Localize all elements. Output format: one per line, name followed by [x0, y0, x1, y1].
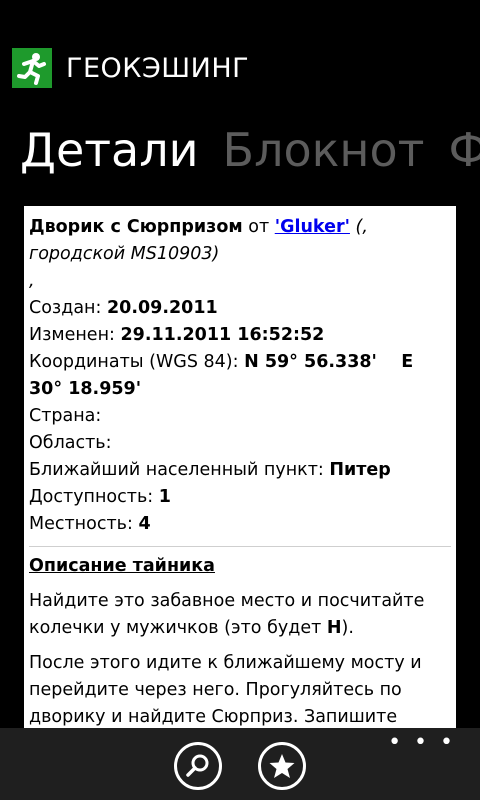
modified-row: Изменен: 29.11.2011 16:52:52: [29, 322, 451, 349]
nearest-label: Ближайший населенный пункт:: [29, 460, 324, 480]
app-header: ГЕОКЭШИНГ: [12, 48, 249, 88]
terrain-row: Местность: 4: [29, 511, 451, 538]
terrain-value: 4: [138, 514, 151, 534]
description-heading: Описание тайника: [29, 556, 215, 576]
screen: ГЕОКЭШИНГ Детали Блокнот Фото Дворик с Сюр…: [0, 0, 480, 800]
by-label: от: [248, 217, 270, 237]
country-row: Страна:: [29, 406, 102, 426]
cache-name: Дворик с Сюрпризом: [29, 217, 243, 237]
cache-title-line: Дворик с Сюрпризом от 'Gluker' (, городс…: [29, 214, 451, 268]
difficulty-row: Доступность: 1: [29, 484, 451, 511]
nearest-value: Питер: [329, 460, 391, 480]
favorite-button[interactable]: [258, 742, 306, 790]
tab-photo[interactable]: Фото: [448, 123, 480, 177]
search-button[interactable]: [174, 742, 222, 790]
modified-label: Изменен:: [29, 325, 115, 345]
nearest-row: Ближайший населенный пункт: Питер: [29, 457, 451, 484]
created-value: 20.09.2011: [106, 298, 218, 318]
description-paragraph-2: После этого идите к ближайшему мосту и п…: [29, 653, 422, 727]
created-label: Создан:: [29, 298, 102, 318]
created-row: Создан: 20.09.2011: [29, 295, 451, 322]
coords-label: Координаты (WGS 84):: [29, 352, 239, 372]
para1-end: ).: [341, 618, 354, 638]
coords-row: Координаты (WGS 84): N 59° 56.338' E 30°…: [29, 349, 451, 403]
comma-line: ,: [29, 271, 35, 291]
app-title: ГЕОКЭШИНГ: [66, 52, 250, 84]
running-man-icon: [12, 48, 52, 88]
more-menu-button[interactable]: • • •: [388, 732, 456, 754]
pivot-tabs: Детали Блокнот Фото: [20, 120, 480, 180]
region-row: Область:: [29, 433, 112, 453]
para1-text: Найдите это забавное место и посчитайте …: [29, 591, 425, 638]
cache-details-panel[interactable]: Дворик с Сюрпризом от 'Gluker' (, городс…: [24, 206, 456, 736]
modified-value: 29.11.2011 16:52:52: [120, 325, 325, 345]
description-paragraph-1: Найдите это забавное место и посчитайте …: [29, 588, 451, 642]
app-bar: • • •: [0, 728, 480, 800]
favorite-star-icon: [269, 754, 295, 778]
tab-notebook[interactable]: Блокнот: [223, 123, 425, 177]
search-icon: [186, 754, 209, 777]
para1-bold: H: [326, 618, 342, 638]
difficulty-label: Доступность:: [29, 487, 154, 507]
tab-details[interactable]: Детали: [20, 123, 199, 177]
owner-link[interactable]: 'Gluker': [275, 217, 350, 237]
divider: [29, 546, 451, 547]
difficulty-value: 1: [158, 487, 171, 507]
terrain-label: Местность:: [29, 514, 133, 534]
